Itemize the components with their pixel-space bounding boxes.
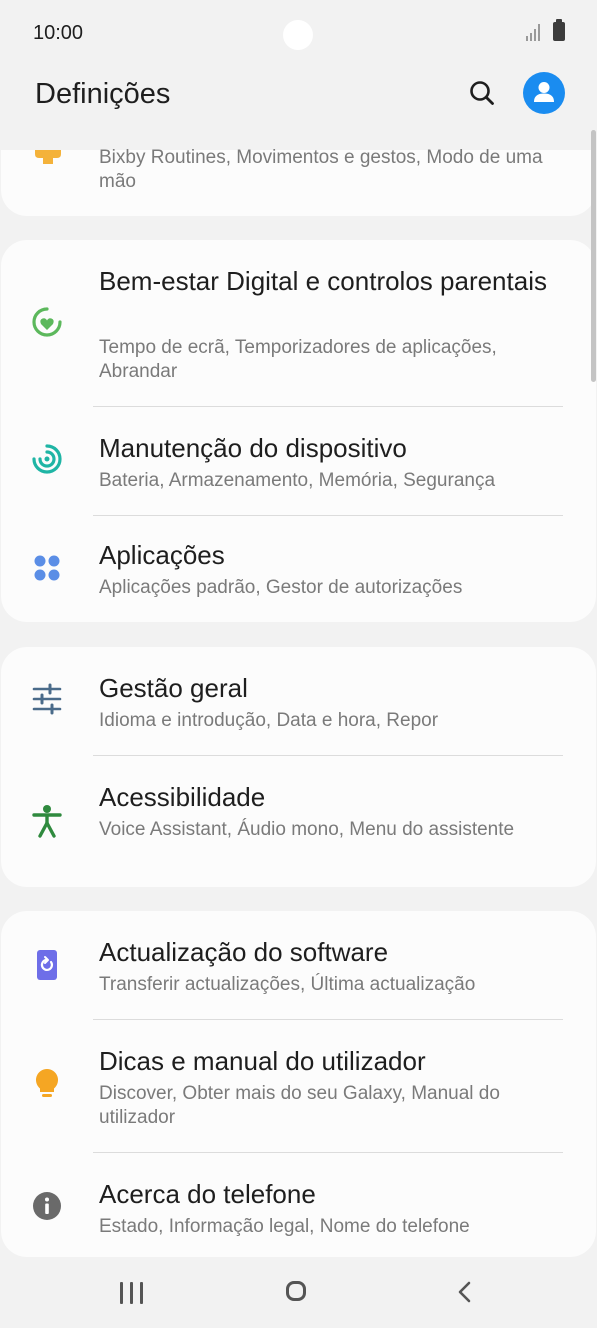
info-icon — [29, 1188, 65, 1224]
app-header: Definições — [0, 68, 597, 128]
settings-item-title: Bem-estar Digital e controlos parentais — [99, 266, 547, 296]
accessibility-icon — [29, 803, 65, 839]
settings-item-about-phone[interactable]: Acerca do telefone Estado, Informação le… — [1, 1153, 596, 1257]
digital-wellbeing-icon — [29, 304, 65, 340]
settings-item-subtitle: Voice Assistant, Áudio mono, Menu do ass… — [99, 819, 515, 840]
settings-card-1: Bem-estar Digital e controlos parentais … — [1, 240, 596, 622]
settings-item-apps[interactable]: Aplicações Aplicações padrão, Gestor de … — [1, 516, 596, 622]
search-icon[interactable] — [463, 74, 501, 112]
settings-item-tips[interactable]: Dicas e manual do utilizador Discover, O… — [1, 1020, 596, 1152]
settings-item-subtitle: Aplicações padrão, Gestor de autorizaçõe… — [99, 577, 463, 598]
settings-item-accessibility[interactable]: Acessibilidade Voice Assistant, Áudio mo… — [1, 756, 596, 887]
lightbulb-icon — [29, 1066, 65, 1102]
settings-item-title: Acerca do telefone — [99, 1179, 316, 1209]
settings-item-subtitle: Discover, Obter mais do seu Galaxy, Manu… — [99, 1083, 500, 1128]
settings-item-title: Manutenção do dispositivo — [99, 433, 407, 463]
settings-item-title: Dicas e manual do utilizador — [99, 1046, 426, 1076]
profile-button[interactable] — [523, 72, 565, 114]
settings-card-partial: Bixby Routines, Movimentos e gestos, Mod… — [1, 147, 596, 216]
settings-item-subtitle: Bixby Routines, Movimentos e gestos, Mod… — [99, 147, 543, 192]
signal-icon — [526, 24, 540, 41]
settings-item-subtitle: Estado, Informação legal, Nome do telefo… — [99, 1216, 470, 1237]
settings-item-title: Actualização do software — [99, 937, 389, 967]
status-time: 10:00 — [33, 22, 84, 44]
battery-icon — [553, 19, 565, 41]
settings-item-device-care[interactable]: Manutenção do dispositivo Bateria, Armaz… — [1, 407, 596, 515]
settings-card-3: Actualização do software Transferir actu… — [1, 911, 596, 1257]
settings-item-title: Acessibilidade — [99, 782, 266, 812]
settings-item-subtitle: Tempo de ecrã, Temporizadores de aplicaç… — [99, 337, 497, 382]
recent-apps-button[interactable] — [120, 1282, 144, 1304]
account-icon — [534, 82, 554, 102]
settings-item-title: Gestão geral — [99, 673, 248, 703]
device-care-icon — [29, 441, 65, 477]
settings-item-subtitle: Transferir actualizações, Última actuali… — [99, 974, 476, 995]
status-bar: 10:00 — [0, 0, 597, 68]
back-button[interactable] — [452, 1279, 478, 1305]
settings-item-software-update[interactable]: Actualização do software Transferir actu… — [1, 911, 596, 1019]
sliders-icon — [29, 681, 65, 717]
settings-card-2: Gestão geral Idioma e introdução, Data e… — [1, 647, 596, 887]
home-button[interactable] — [286, 1281, 306, 1301]
settings-item-subtitle: Idioma e introdução, Data e hora, Repor — [99, 710, 439, 731]
apps-icon — [29, 550, 65, 586]
front-camera-cutout — [283, 20, 313, 50]
settings-item-subtitle: Bateria, Armazenamento, Memória, Seguran… — [99, 470, 496, 491]
software-update-icon — [29, 947, 65, 983]
scrollbar[interactable] — [591, 130, 596, 382]
navigation-bar — [0, 1262, 597, 1328]
settings-item-title: Aplicações — [99, 540, 225, 570]
settings-item-general-management[interactable]: Gestão geral Idioma e introdução, Data e… — [1, 647, 596, 755]
settings-item-advanced-features[interactable]: Bixby Routines, Movimentos e gestos, Mod… — [1, 147, 596, 216]
settings-item-digital-wellbeing[interactable]: Bem-estar Digital e controlos parentais … — [1, 240, 596, 406]
page-title: Definições — [35, 78, 171, 110]
puzzle-icon — [35, 150, 61, 164]
